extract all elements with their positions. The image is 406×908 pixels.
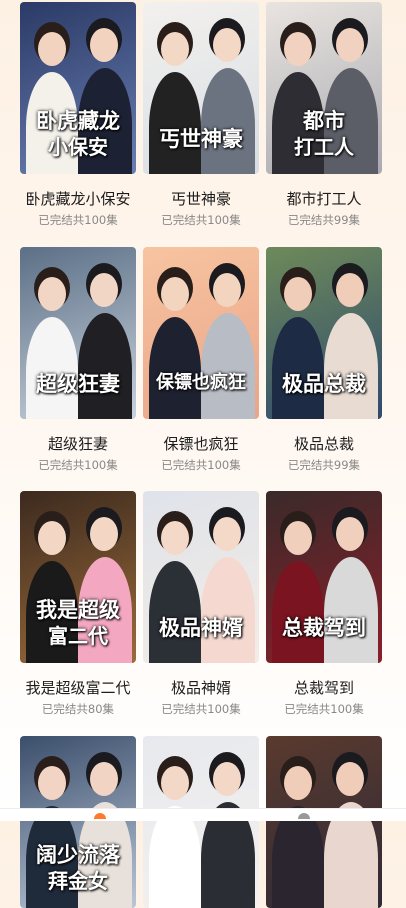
cover-figure	[149, 806, 201, 908]
cover-face	[38, 277, 66, 311]
drama-title[interactable]: 保镖也疯狂	[133, 433, 269, 454]
cover-face	[213, 273, 241, 307]
drama-title[interactable]: 超级狂妻	[10, 433, 146, 454]
cover-title-text: 都市	[303, 109, 345, 133]
cover-title-text: 极品神婿	[159, 616, 243, 640]
cover-face	[38, 521, 66, 555]
cover-figure	[272, 317, 324, 419]
cover-face	[38, 766, 66, 800]
cover-title-text: 超级狂妻	[36, 372, 120, 396]
cover-figure	[149, 561, 201, 663]
episode-status: 已完结共100集	[38, 458, 118, 472]
drama-cover-image[interactable]: 极品总裁	[266, 247, 382, 419]
cover-face	[336, 28, 364, 62]
cover-figure	[324, 557, 378, 663]
cover-face	[213, 28, 241, 62]
cover-face	[90, 517, 118, 551]
bottom-navigation-bar	[0, 808, 406, 821]
drama-cover-image[interactable]: 阔少流落 拜金女	[20, 736, 136, 908]
cover-face	[284, 32, 312, 66]
cover-face	[161, 766, 189, 800]
cover-subtitle-text: 拜金女	[48, 869, 108, 893]
drama-title[interactable]: 都市打工人	[256, 188, 392, 209]
drama-cover-image[interactable]: 总裁驾到	[266, 491, 382, 663]
drama-cover-image[interactable]	[266, 736, 382, 908]
drama-title[interactable]: 我是超级富二代	[10, 677, 146, 698]
episode-status: 已完结共80集	[41, 702, 115, 716]
cover-face	[213, 517, 241, 551]
drama-cover-image[interactable]: 极品神婿	[143, 491, 259, 663]
cover-subtitle-text: 富二代	[48, 624, 108, 648]
cover-title-text: 阔少流落	[36, 843, 120, 867]
cover-figure	[201, 68, 255, 174]
cover-title-text: 极品总裁	[282, 372, 366, 396]
cover-figure	[26, 317, 78, 419]
episode-status: 已完结共100集	[161, 458, 241, 472]
cover-face	[161, 521, 189, 555]
drama-title[interactable]: 卧虎藏龙小保安	[10, 188, 146, 209]
cover-face	[284, 766, 312, 800]
drama-cover-image[interactable]: 保镖也疯狂	[143, 247, 259, 419]
home-tab-icon[interactable]	[94, 813, 106, 819]
cover-title-text: 我是超级	[36, 598, 120, 622]
cover-face	[213, 762, 241, 796]
cover-figure	[201, 557, 255, 663]
cover-subtitle-text: 打工人	[294, 135, 354, 159]
drama-title[interactable]: 总裁驾到	[256, 677, 392, 698]
cover-face	[336, 273, 364, 307]
drama-cover-image[interactable]: 丐世神豪	[143, 2, 259, 174]
cover-face	[90, 273, 118, 307]
episode-status: 已完结共100集	[161, 702, 241, 716]
episode-status: 已完结共99集	[287, 213, 361, 227]
cover-figure	[324, 313, 378, 419]
drama-cover-image[interactable]: 超级狂妻	[20, 247, 136, 419]
episode-status: 已完结共100集	[161, 213, 241, 227]
cover-face	[161, 32, 189, 66]
drama-cover-image[interactable]: 卧虎藏龙 小保安	[20, 2, 136, 174]
drama-cover-image[interactable]	[143, 736, 259, 908]
cover-title-text: 卧虎藏龙	[36, 109, 120, 133]
cover-title-text: 丐世神豪	[159, 127, 243, 151]
cover-face	[90, 28, 118, 62]
cover-figure	[78, 313, 132, 419]
cover-face	[284, 277, 312, 311]
cover-face	[90, 762, 118, 796]
cover-figure	[272, 561, 324, 663]
drama-title[interactable]: 极品神婿	[133, 677, 269, 698]
cover-face	[336, 762, 364, 796]
episode-status: 已完结共100集	[38, 213, 118, 227]
cover-subtitle-text: 小保安	[48, 135, 108, 159]
episode-status: 已完结共100集	[284, 702, 364, 716]
cover-title-text: 总裁驾到	[282, 616, 366, 640]
cover-title-text: 保镖也疯狂	[156, 372, 246, 393]
cover-figure	[149, 72, 201, 174]
cover-figure	[201, 313, 255, 419]
cover-face	[336, 517, 364, 551]
drama-title[interactable]: 丐世神豪	[133, 188, 269, 209]
episode-status: 已完结共99集	[287, 458, 361, 472]
cover-face	[161, 277, 189, 311]
cover-figure	[149, 317, 201, 419]
cover-face	[284, 521, 312, 555]
profile-tab-icon[interactable]	[298, 813, 310, 819]
drama-title[interactable]: 极品总裁	[256, 433, 392, 454]
drama-cover-image[interactable]: 我是超级 富二代	[20, 491, 136, 663]
drama-cover-image[interactable]: 都市 打工人	[266, 2, 382, 174]
cover-figure	[272, 806, 324, 908]
cover-face	[38, 32, 66, 66]
